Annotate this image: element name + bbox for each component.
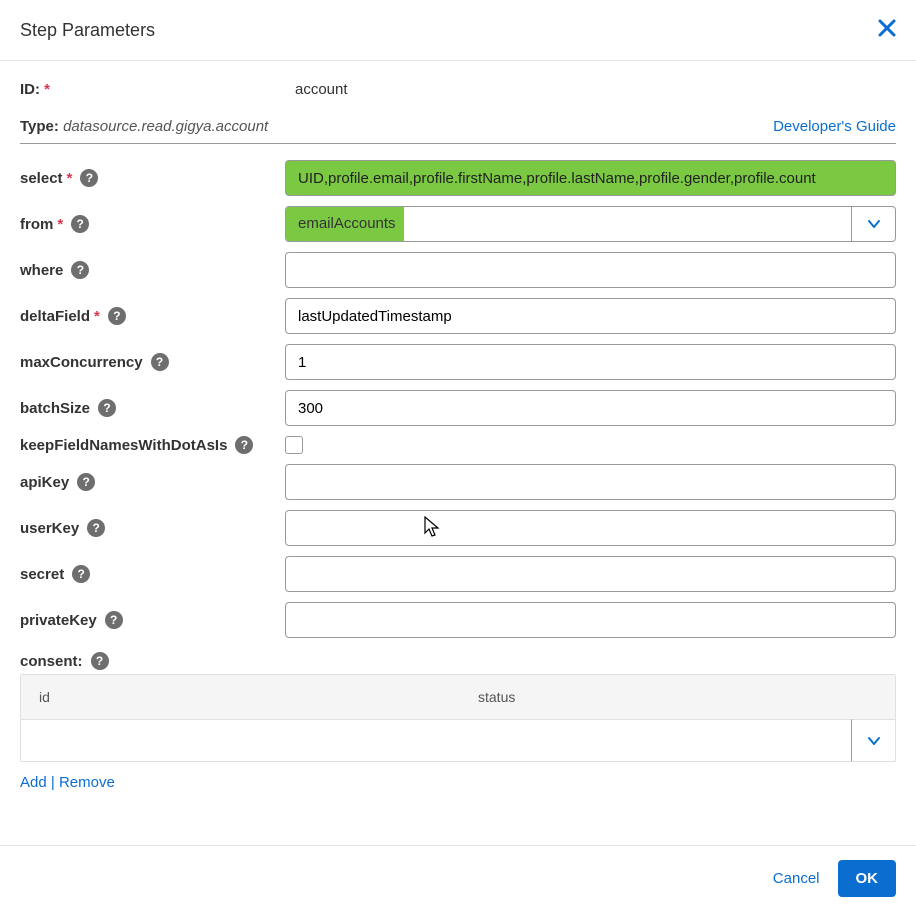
help-icon[interactable]: ?: [71, 261, 89, 279]
ok-button[interactable]: OK: [838, 860, 897, 897]
type-value: datasource.read.gigya.account: [63, 118, 268, 135]
help-icon[interactable]: ?: [91, 652, 109, 670]
consent-section: consent: ? id status Add | Remove: [20, 652, 896, 791]
field-row-maxconcurrency: maxConcurrency ?: [20, 344, 896, 380]
id-value: account: [295, 81, 348, 98]
consent-table: id status: [20, 674, 896, 762]
help-icon[interactable]: ?: [108, 307, 126, 325]
remove-link[interactable]: Remove: [59, 774, 115, 791]
help-icon[interactable]: ?: [105, 611, 123, 629]
close-icon[interactable]: [878, 18, 896, 42]
field-row-where: where ?: [20, 252, 896, 288]
field-row-deltafield: deltaField* ?: [20, 298, 896, 334]
help-icon[interactable]: ?: [151, 353, 169, 371]
consent-table-row: [21, 719, 895, 761]
field-row-from: from* ? emailAccounts: [20, 206, 896, 242]
field-row-select: select* ?: [20, 160, 896, 196]
where-label: where ?: [20, 261, 285, 279]
consent-col-id: id: [39, 689, 438, 705]
keepfieldnames-checkbox[interactable]: [285, 436, 303, 454]
field-row-keepfieldnames: keepFieldNamesWithDotAsIs ?: [20, 436, 896, 454]
help-icon[interactable]: ?: [71, 215, 89, 233]
apikey-input[interactable]: [285, 464, 896, 500]
help-icon[interactable]: ?: [72, 565, 90, 583]
where-input[interactable]: [285, 252, 896, 288]
id-row: ID: * account: [20, 81, 896, 98]
secret-input[interactable]: [285, 556, 896, 592]
chevron-down-icon[interactable]: [851, 719, 895, 761]
add-link[interactable]: Add: [20, 774, 47, 791]
maxconcurrency-input[interactable]: [285, 344, 896, 380]
userkey-label: userKey ?: [20, 519, 285, 537]
field-row-userkey: userKey ?: [20, 510, 896, 546]
from-label: from* ?: [20, 215, 285, 233]
consent-label: consent:: [20, 653, 83, 670]
batchsize-input[interactable]: [285, 390, 896, 426]
help-icon[interactable]: ?: [77, 473, 95, 491]
dev-guide-link[interactable]: Developer's Guide: [773, 118, 896, 135]
help-icon[interactable]: ?: [235, 436, 253, 454]
privatekey-input[interactable]: [285, 602, 896, 638]
required-star: *: [44, 81, 50, 98]
consent-label-row: consent: ?: [20, 652, 896, 670]
help-icon[interactable]: ?: [87, 519, 105, 537]
deltafield-label: deltaField* ?: [20, 307, 285, 325]
batchsize-label: batchSize ?: [20, 399, 285, 417]
type-row: Type: datasource.read.gigya.account Deve…: [20, 118, 896, 144]
apikey-label: apiKey ?: [20, 473, 285, 491]
type-label: Type: datasource.read.gigya.account: [20, 118, 268, 135]
consent-col-status: status: [438, 689, 877, 705]
select-label: select* ?: [20, 169, 285, 187]
from-combo[interactable]: emailAccounts: [285, 206, 896, 242]
dialog-footer: Cancel OK: [0, 845, 916, 911]
privatekey-label: privateKey ?: [20, 611, 285, 629]
userkey-input[interactable]: [285, 510, 896, 546]
dialog-header: Step Parameters: [0, 0, 916, 61]
id-label: ID: *: [20, 81, 295, 98]
cancel-button[interactable]: Cancel: [773, 870, 820, 887]
dialog-title: Step Parameters: [20, 20, 155, 41]
separator: |: [51, 774, 55, 791]
field-row-batchsize: batchSize ?: [20, 390, 896, 426]
chevron-down-icon[interactable]: [851, 207, 895, 241]
field-row-apikey: apiKey ?: [20, 464, 896, 500]
maxconcurrency-label: maxConcurrency ?: [20, 353, 285, 371]
secret-label: secret ?: [20, 565, 285, 583]
consent-table-header: id status: [21, 675, 895, 719]
help-icon[interactable]: ?: [80, 169, 98, 187]
consent-id-input[interactable]: [21, 719, 851, 761]
deltafield-input[interactable]: [285, 298, 896, 334]
field-row-privatekey: privateKey ?: [20, 602, 896, 638]
from-combo-text[interactable]: emailAccounts: [286, 207, 851, 241]
field-row-secret: secret ?: [20, 556, 896, 592]
help-icon[interactable]: ?: [98, 399, 116, 417]
add-remove-row: Add | Remove: [20, 774, 896, 791]
keepfieldnames-label: keepFieldNamesWithDotAsIs ?: [20, 436, 285, 454]
dialog-body: ID: * account Type: datasource.read.gigy…: [0, 61, 916, 811]
select-input[interactable]: [285, 160, 896, 196]
